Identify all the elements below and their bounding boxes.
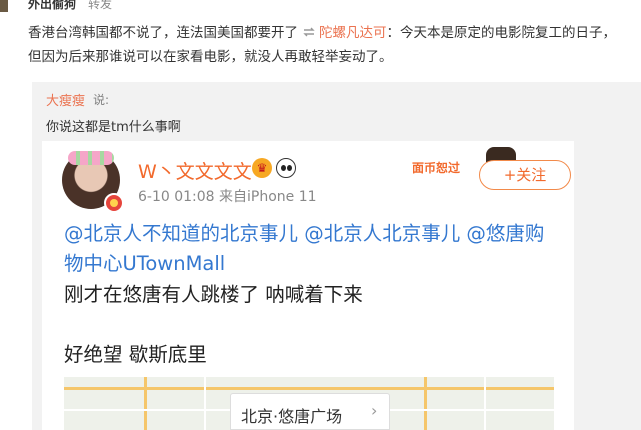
screenshot-text-line2: 好绝望 歇斯底里 [64,343,207,366]
chevron-right-icon: › [371,401,378,420]
post-header: 外出偷狗 转发 [0,0,641,12]
screenshot-text-line1: 刚才在悠唐有人跳楼了 呐喊着下来 [64,283,363,306]
location-label: 北京·悠唐广场 [241,407,343,426]
verified-badge-icon [104,193,124,213]
panda-icon [276,158,296,178]
screenshot-username: W丶文文文文 [138,161,252,183]
repost-loop-icon [303,27,315,37]
flower-crown-decoration [68,151,114,165]
repost-said-label: 说: [93,93,110,107]
post-text: 香港台湾韩国都不说了，连法国美国都要开了 陀螺凡达可：今天本是原定的电影院复工的日… [28,21,628,69]
follow-button: +关注 [479,160,571,190]
screenshot-mentions: @北京人不知道的北京事儿 @北京人北京事儿 @悠唐购物中心UTownMall [64,222,545,275]
screenshot-meta: 6-10 01:08 来自iPhone 11 [138,189,317,205]
crown-icon: ♛ [252,158,272,178]
repost-text: 你说这都是tm什么事啊 [46,120,181,135]
action-label: 转发 [88,0,113,11]
post-text-part1: 香港台湾韩国都不说了，连法国美国都要开了 [28,25,298,41]
avatar[interactable] [0,0,8,12]
location-card: 北京·悠唐广场 › [230,393,390,430]
location-map: 北京·悠唐广场 › [64,377,554,430]
username-link[interactable]: 外出偷狗 [28,0,76,12]
sticker-text: 面币恕过 [412,161,461,175]
embedded-screenshot-image[interactable]: W丶文文文文 ♛ 6-10 01:08 来自iPhone 11 面币恕过 +关注… [42,141,574,430]
mention-link[interactable]: 陀螺凡达可 [319,25,387,41]
repost-author-link[interactable]: 大瘦瘦 [46,90,85,109]
